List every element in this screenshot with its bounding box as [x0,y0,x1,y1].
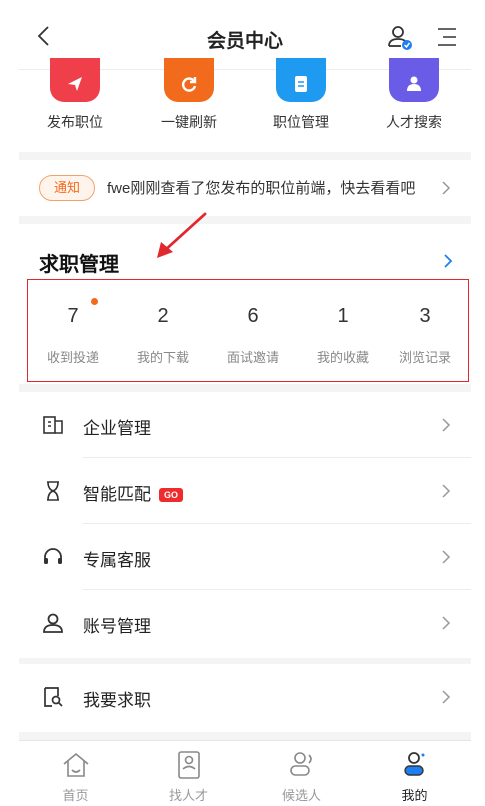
go-badge: GO [159,488,183,502]
chevron-right-icon [442,550,451,564]
quick-action-label: 发布职位 [47,114,103,130]
user-icon [43,613,63,633]
phone-screen: 会员中心 发布职位 一键刷新 职位管理 人才搜索 通知 fwe刚刚查看了您发布的… [19,0,471,806]
id-card-icon [178,751,200,779]
chevron-right-icon [442,418,451,432]
stat-label: 浏览记录 [398,350,451,365]
chevron-right-icon[interactable] [441,252,455,270]
notice-tag: 通知 [39,175,95,201]
building-icon [43,416,63,434]
unread-dot [91,298,98,305]
hourglass-icon [47,481,59,501]
stat-label: 面试邀请 [226,350,279,365]
stat-value: 7 [67,305,79,327]
settings-menu: 企业管理 智能匹配 GO 专属客服 账号管理 [19,392,471,658]
profile-icon [404,752,425,776]
menu-item-job-seek[interactable]: 我要求职 [19,664,471,730]
menu-icon[interactable] [437,27,457,47]
refresh-icon [164,58,214,102]
chevron-right-icon [442,181,451,195]
people-icon [389,58,439,102]
menu-label: 我要求职 [83,691,151,710]
account-switch-icon[interactable] [387,24,413,52]
menu-item-smart-match[interactable]: 智能匹配 GO [19,458,471,524]
quick-actions: 发布职位 一键刷新 职位管理 人才搜索 [19,58,471,152]
send-icon [50,58,100,102]
document-icon [276,58,326,102]
resume-search-icon [44,687,63,707]
chevron-right-icon [442,690,451,704]
menu-label: 账号管理 [83,617,151,636]
section-title: 求职管理 [39,254,119,276]
job-management-section: 求职管理 7 收到投递 2 我的下载 6 面试邀请 1 我的收藏 3 浏览记录 [19,212,471,384]
quick-action-label: 人才搜索 [386,114,442,130]
chevron-right-icon [442,484,451,498]
job-seek-menu: 我要求职 [19,664,471,732]
menu-item-account[interactable]: 账号管理 [19,590,471,656]
menu-item-company[interactable]: 企业管理 [19,392,471,458]
stats-highlight-box: 7 收到投递 2 我的下载 6 面试邀请 1 我的收藏 3 浏览记录 [27,279,469,382]
bottom-tab-bar: 首页 找人才 候选人 我的 [19,740,471,806]
notice-bar[interactable]: 通知 fwe刚刚查看了您发布的职位前端，快去看看吧 [19,160,471,216]
annotation-arrow-icon [157,212,207,258]
quick-action-label: 职位管理 [273,114,329,130]
stat-label: 收到投递 [46,350,99,365]
stat-value: 6 [247,305,259,327]
stat-label: 我的下载 [136,350,189,365]
stat-value: 2 [157,305,169,327]
chevron-right-icon [442,616,451,630]
quick-action-label: 一键刷新 [161,114,217,130]
home-icon [63,752,89,777]
tab-label: 首页 [62,788,89,803]
tab-label: 找人才 [168,788,208,803]
stat-value: 1 [337,305,349,327]
headset-icon [44,548,62,564]
menu-label-text: 智能匹配 [83,485,151,504]
menu-label: 智能匹配 GO [83,480,183,505]
tab-label: 候选人 [281,788,321,803]
stat-label: 我的收藏 [316,350,369,365]
menu-label: 专属客服 [83,551,151,570]
menu-item-customer-service[interactable]: 专属客服 [19,524,471,590]
stat-value: 3 [419,305,431,327]
candidates-icon [290,752,312,776]
menu-label: 企业管理 [83,419,151,438]
notice-text: fwe刚刚查看了您发布的职位前端，快去看看吧 [107,180,416,197]
tab-label: 我的 [401,788,428,803]
